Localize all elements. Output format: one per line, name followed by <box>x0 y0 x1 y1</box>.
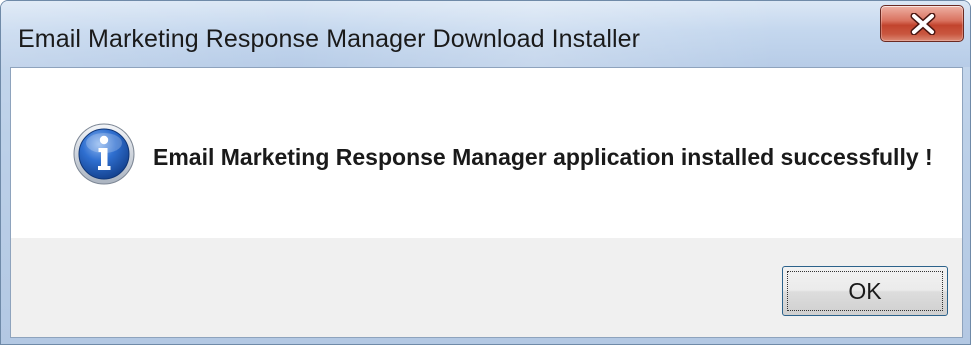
message-text: Email Marketing Response Manager applica… <box>153 144 933 170</box>
close-button[interactable] <box>880 5 964 42</box>
dialog-window: Email Marketing Response Manager Downloa… <box>0 0 971 345</box>
message-area: Email Marketing Response Manager applica… <box>11 68 962 238</box>
window-title: Email Marketing Response Manager Downloa… <box>18 25 641 53</box>
title-bar[interactable]: Email Marketing Response Manager Downloa… <box>1 1 970 67</box>
ok-button-label: OK <box>848 277 882 304</box>
close-x-icon <box>910 13 936 35</box>
dialog-content: Email Marketing Response Manager applica… <box>10 67 963 338</box>
ok-button[interactable]: OK <box>782 266 948 316</box>
information-icon <box>73 123 135 185</box>
